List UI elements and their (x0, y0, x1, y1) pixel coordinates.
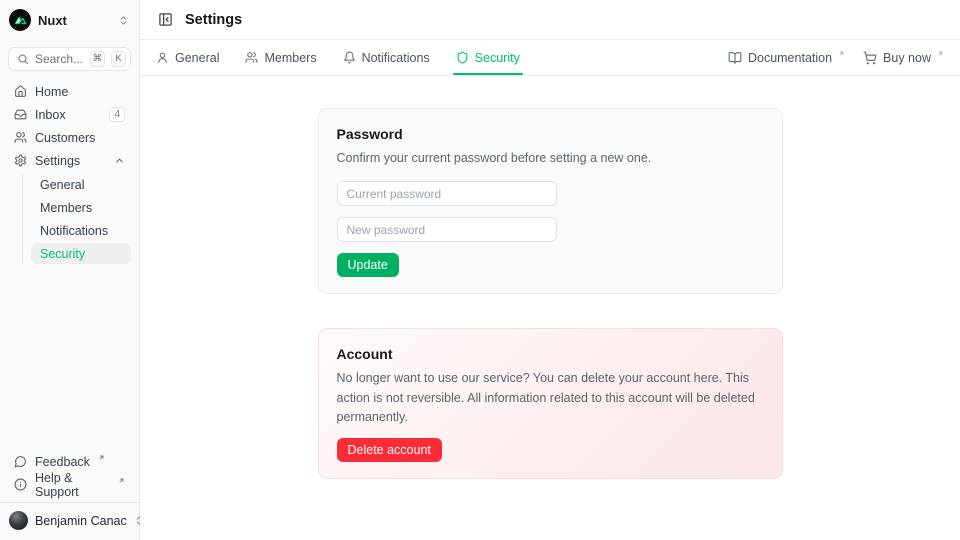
user-name: Benjamin Canac (35, 514, 127, 528)
tab-members[interactable]: Members (245, 40, 316, 75)
tab-label: Notifications (362, 51, 430, 65)
action-label: Buy now (883, 51, 931, 65)
workspace-name: Nuxt (38, 13, 111, 28)
documentation-link[interactable]: Documentation (728, 51, 845, 65)
sidebar: Nuxt Search... ⌘ K Home Inbox 4 Cust (0, 0, 140, 540)
password-card: Password Confirm your current password b… (318, 108, 783, 294)
external-link-icon (118, 477, 125, 484)
sidebar-item-customers[interactable]: Customers (8, 127, 131, 148)
account-card: Account No longer want to use our servic… (318, 328, 783, 478)
info-icon (14, 478, 27, 491)
sidebar-item-settings[interactable]: Settings (8, 150, 131, 171)
inbox-count-badge: 4 (109, 107, 125, 122)
nuxt-logo-icon (9, 9, 31, 31)
main-area: Settings General Members Notifications (140, 0, 960, 540)
sidebar-item-inbox[interactable]: Inbox 4 (8, 104, 131, 125)
message-circle-icon (14, 455, 27, 468)
page-title: Settings (185, 12, 242, 28)
sidebar-subitem-general[interactable]: General (31, 174, 131, 195)
chevron-up-icon (114, 155, 125, 166)
subitem-label: General (40, 178, 84, 192)
workspace-switcher[interactable]: Nuxt (0, 0, 139, 40)
sidebar-item-label: Settings (35, 154, 80, 168)
tabbar: General Members Notifications Security (140, 40, 960, 76)
subitem-label: Security (40, 247, 85, 261)
settings-subtree: General Members Notifications Security (22, 174, 131, 264)
password-card-description: Confirm your current password before set… (337, 149, 764, 168)
action-label: Documentation (748, 51, 832, 65)
current-password-field[interactable] (337, 181, 557, 206)
chevrons-up-down-icon (118, 15, 129, 26)
delete-account-button[interactable]: Delete account (337, 438, 442, 462)
page-header: Settings (140, 0, 960, 40)
inbox-icon (14, 108, 27, 121)
tabs: General Members Notifications Security (156, 40, 520, 75)
account-card-description: No longer want to use our service? You c… (337, 369, 764, 427)
book-open-icon (728, 51, 742, 65)
sidebar-subitem-members[interactable]: Members (31, 197, 131, 218)
tab-label: General (175, 51, 219, 65)
avatar (9, 511, 28, 530)
account-card-title: Account (337, 346, 764, 362)
search-icon (17, 53, 29, 65)
sidebar-item-home[interactable]: Home (8, 81, 131, 102)
users-icon (245, 51, 258, 64)
tabbar-actions: Documentation Buy now (728, 40, 944, 75)
collapse-sidebar-button[interactable] (156, 10, 175, 29)
tab-security[interactable]: Security (456, 40, 520, 75)
password-form: Update (337, 181, 764, 277)
tab-label: Security (475, 51, 520, 65)
app-window: Nuxt Search... ⌘ K Home Inbox 4 Cust (0, 0, 960, 540)
search-input[interactable]: Search... ⌘ K (8, 47, 131, 71)
user-icon (156, 51, 169, 64)
footer-item-label: Help & Support (35, 471, 110, 499)
external-link-icon (838, 50, 845, 57)
tab-label: Members (264, 51, 316, 65)
subitem-label: Members (40, 201, 92, 215)
sidebar-subitem-security[interactable]: Security (31, 243, 131, 264)
sidebar-nav: Home Inbox 4 Customers Settings General (0, 77, 139, 268)
panel-left-close-icon (158, 12, 173, 27)
sidebar-footer: Feedback Help & Support (0, 447, 139, 495)
shield-icon (456, 51, 469, 64)
external-link-icon (98, 454, 105, 461)
subitem-label: Notifications (40, 224, 108, 238)
settings-security-panel: Password Confirm your current password b… (140, 76, 960, 540)
feedback-link[interactable]: Feedback (8, 451, 131, 472)
sidebar-user-section: Benjamin Canac (0, 502, 139, 540)
tab-notifications[interactable]: Notifications (343, 40, 430, 75)
update-password-button[interactable]: Update (337, 253, 399, 277)
user-menu[interactable]: Benjamin Canac (9, 511, 130, 530)
new-password-field[interactable] (337, 217, 557, 242)
kbd-k: K (111, 51, 126, 67)
home-icon (14, 85, 27, 98)
sidebar-item-label: Inbox (35, 108, 66, 122)
sidebar-item-label: Customers (35, 131, 95, 145)
password-card-title: Password (337, 126, 764, 142)
users-icon (14, 131, 27, 144)
sidebar-subitem-notifications[interactable]: Notifications (31, 220, 131, 241)
tab-general[interactable]: General (156, 40, 219, 75)
shopping-cart-icon (863, 51, 877, 65)
buy-now-link[interactable]: Buy now (863, 51, 944, 65)
help-support-link[interactable]: Help & Support (8, 474, 131, 495)
external-link-icon (937, 50, 944, 57)
gear-icon (14, 154, 27, 167)
bell-icon (343, 51, 356, 64)
kbd-cmd: ⌘ (90, 51, 106, 67)
search-placeholder: Search... (35, 52, 84, 66)
footer-item-label: Feedback (35, 455, 90, 469)
sidebar-item-label: Home (35, 85, 68, 99)
